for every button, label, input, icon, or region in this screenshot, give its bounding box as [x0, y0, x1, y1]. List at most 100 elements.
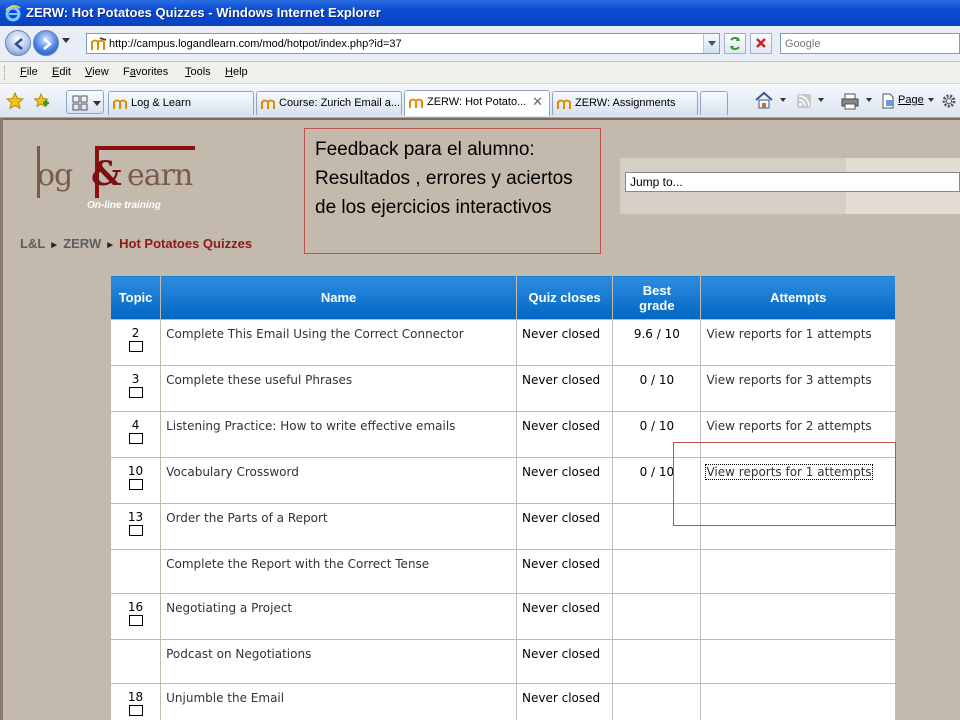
- page-dropdown-icon[interactable]: [928, 98, 934, 102]
- breadcrumb-link-zerw[interactable]: ZERW: [63, 236, 101, 251]
- breadcrumb: L&L ► ZERW ► Hot Potatoes Quizzes: [20, 236, 252, 251]
- table-row: Podcast on Negotiations Never closed: [109, 639, 896, 684]
- search-box[interactable]: [780, 33, 960, 54]
- topic-cell: 10: [109, 457, 162, 504]
- topic-number: 16: [127, 600, 144, 614]
- attempts-cell: View reports for 3 attempts: [700, 365, 896, 412]
- menu-help[interactable]: Help: [225, 66, 248, 78]
- tab-list-dropdown-icon: [93, 101, 101, 106]
- quiz-name-link[interactable]: Complete This Email Using the Correct Co…: [160, 319, 518, 366]
- print-icon[interactable]: [840, 92, 860, 110]
- quiz-closes: Never closed: [516, 365, 614, 412]
- table-row: 18 Unjumble the Email Never closed: [109, 683, 896, 720]
- moodle-favicon-icon: [113, 99, 127, 109]
- quiz-name-link[interactable]: Listening Practice: How to write effecti…: [160, 411, 518, 458]
- topic-cell: 13: [109, 503, 162, 550]
- moodle-favicon-icon: [261, 99, 275, 109]
- quiz-closes: Never closed: [516, 319, 614, 366]
- search-input[interactable]: [785, 37, 955, 51]
- quiz-name-link[interactable]: Vocabulary Crossword: [160, 457, 518, 504]
- new-tab-button[interactable]: [700, 91, 728, 115]
- quiz-closes: Never closed: [516, 683, 614, 720]
- address-bar[interactable]: [86, 33, 720, 54]
- tab-hot-potatoes[interactable]: ZERW: Hot Potato... ✕: [404, 90, 550, 116]
- jump-to-select[interactable]: Jump to...: [625, 172, 960, 192]
- url-input[interactable]: [109, 36, 699, 51]
- topic-box-icon: [128, 433, 143, 444]
- page-icon: [882, 93, 894, 109]
- menu-edit[interactable]: Edit: [52, 66, 71, 78]
- quiz-table: Topic Name Quiz closes Best grade Attemp…: [109, 275, 896, 720]
- home-icon[interactable]: [754, 91, 774, 109]
- moodle-favicon-icon: [557, 99, 571, 109]
- topic-cell: 18: [109, 683, 162, 720]
- tab-assignments[interactable]: ZERW: Assignments: [552, 91, 698, 115]
- view-reports-link[interactable]: View reports for 2 attempts: [706, 419, 871, 433]
- forward-button[interactable]: [33, 30, 59, 56]
- log-and-learn-logo[interactable]: og & earn On-line training: [35, 144, 195, 214]
- topic-cell: 16: [109, 593, 162, 640]
- menu-favorites[interactable]: Favorites: [123, 66, 168, 78]
- attempts-cell: [700, 549, 896, 594]
- tools-gear-icon[interactable]: [940, 92, 958, 110]
- quiz-name-link[interactable]: Unjumble the Email: [160, 683, 518, 720]
- breadcrumb-separator: ►: [49, 240, 60, 251]
- stop-x-icon: [756, 38, 766, 48]
- window-title-bar[interactable]: ZERW: Hot Potatoes Quizzes - Windows Int…: [0, 0, 960, 26]
- rss-feeds-icon[interactable]: [796, 93, 812, 109]
- attempts-cell: View reports for 1 attempts: [700, 319, 896, 366]
- moodle-favicon-icon: [409, 98, 423, 108]
- table-row: 16 Negotiating a Project Never closed: [109, 593, 896, 640]
- breadcrumb-current: Hot Potatoes Quizzes: [119, 236, 253, 251]
- add-favorite-icon[interactable]: [32, 92, 50, 110]
- quiz-name-link[interactable]: Order the Parts of a Report: [160, 503, 518, 550]
- topic-cell: 3: [109, 365, 162, 412]
- quiz-closes: Never closed: [516, 457, 614, 504]
- home-dropdown-icon[interactable]: [780, 98, 786, 102]
- view-reports-link[interactable]: View reports for 1 attempts: [705, 464, 873, 480]
- back-button[interactable]: [5, 30, 31, 56]
- topic-box-icon: [128, 705, 143, 716]
- quick-tabs-grid-icon: [72, 95, 88, 111]
- feeds-dropdown-icon[interactable]: [818, 98, 824, 102]
- topic-cell: 4: [109, 411, 162, 458]
- quiz-name-link[interactable]: Podcast on Negotiations: [160, 639, 518, 684]
- best-grade: 0 / 10: [612, 457, 702, 504]
- table-row: 10 Vocabulary Crossword Never closed 0 /…: [109, 457, 896, 504]
- close-tab-icon[interactable]: ✕: [532, 94, 543, 110]
- menu-tools[interactable]: Tools: [185, 66, 211, 78]
- menu-file[interactable]: File: [20, 66, 38, 78]
- stop-button[interactable]: [750, 33, 772, 54]
- refresh-button[interactable]: [724, 33, 746, 54]
- topic-number: 4: [131, 418, 140, 432]
- print-dropdown-icon[interactable]: [866, 98, 872, 102]
- best-grade: [612, 683, 702, 720]
- tab-log-learn[interactable]: Log & Learn: [108, 91, 254, 115]
- quick-tabs-button[interactable]: [66, 90, 104, 114]
- menu-view[interactable]: View: [85, 66, 109, 78]
- view-reports-link[interactable]: View reports for 1 attempts: [706, 327, 871, 341]
- best-grade: 9.6 / 10: [612, 319, 702, 366]
- refresh-icon: [730, 37, 740, 50]
- best-grade: 0 / 10: [612, 411, 702, 458]
- address-dropdown-button[interactable]: [703, 34, 719, 53]
- topic-number: 18: [127, 690, 144, 704]
- quiz-name-link[interactable]: Complete the Report with the Correct Ten…: [160, 549, 518, 594]
- favorites-star-icon[interactable]: [6, 92, 24, 110]
- moodle-favicon-icon: [91, 37, 107, 50]
- topic-number: 3: [131, 372, 140, 386]
- breadcrumb-link-ll[interactable]: L&L: [20, 236, 45, 251]
- topic-cell: 2: [109, 319, 162, 366]
- quiz-name-link[interactable]: Negotiating a Project: [160, 593, 518, 640]
- tab-course-zurich[interactable]: Course: Zurich Email a...: [256, 91, 402, 115]
- header-topic: Topic: [109, 275, 162, 320]
- view-reports-link[interactable]: View reports for 3 attempts: [706, 373, 871, 387]
- page-content: og & earn On-line training Jump to... Fe…: [0, 118, 960, 720]
- quiz-name-link[interactable]: Complete these useful Phrases: [160, 365, 518, 412]
- page-menu-button[interactable]: Page: [898, 94, 924, 106]
- topic-box-icon: [128, 479, 143, 490]
- history-dropdown-icon[interactable]: [62, 38, 70, 43]
- content-left-border: [0, 118, 3, 720]
- table-row: 13 Order the Parts of a Report Never clo…: [109, 503, 896, 550]
- attempts-cell: [700, 639, 896, 684]
